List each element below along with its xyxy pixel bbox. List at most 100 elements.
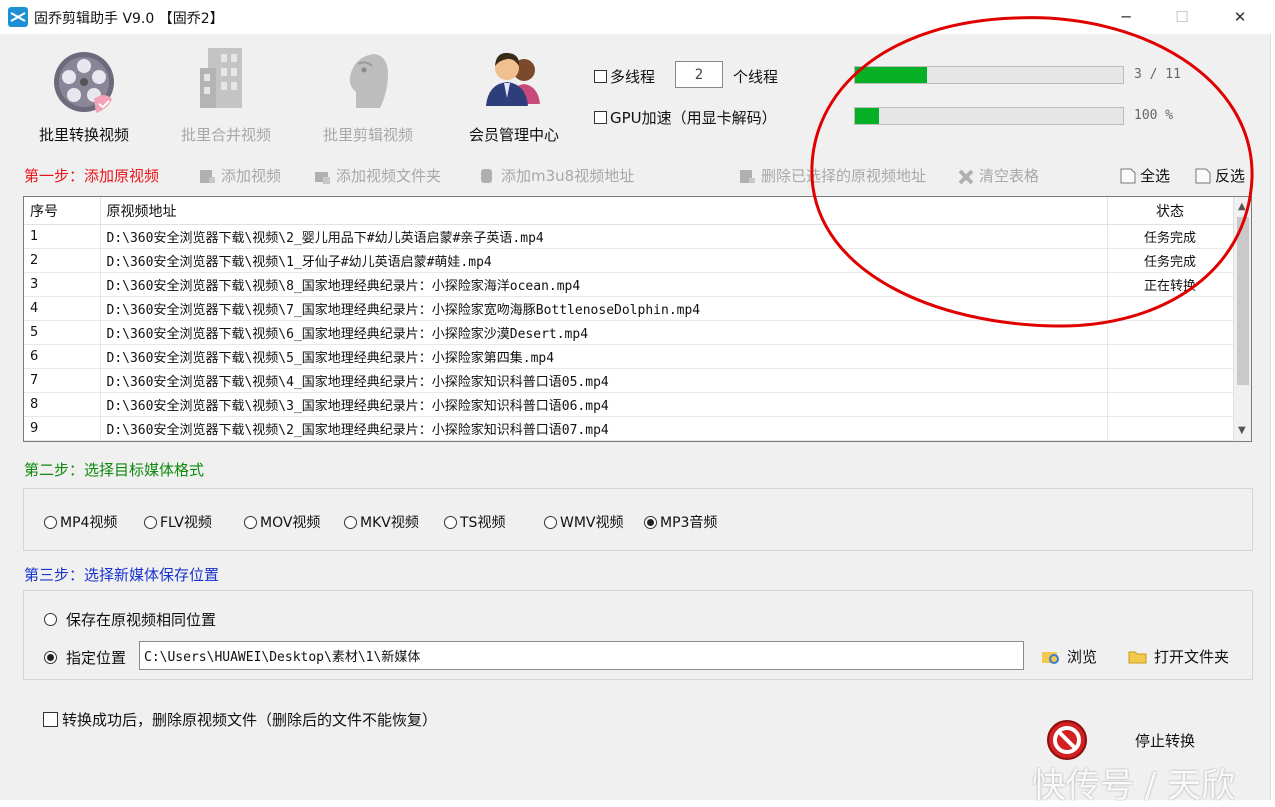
clear-table-button[interactable]: 清空表格 (957, 165, 1039, 186)
table-row[interactable]: 9 D:\360安全浏览器下载\视频\2_国家地理经典纪录片：小探险家知识科普口语… (24, 416, 1234, 441)
same-location-option[interactable]: 保存在原视频相同位置 (44, 609, 216, 630)
document-icon (1119, 168, 1137, 184)
save-path-input[interactable]: C:\Users\HUAWEI\Desktop\素材\1\新媒体 (139, 641, 1024, 670)
row-index: 1 (24, 224, 101, 249)
open-folder-button[interactable]: 打开文件夹 (1128, 646, 1229, 667)
format-radio[interactable] (544, 515, 557, 529)
row-status (1107, 320, 1234, 345)
format-radio[interactable] (44, 515, 57, 529)
stop-conversion-button[interactable]: 停止转换 (1135, 730, 1195, 751)
format-option[interactable]: WMV视频 (544, 512, 624, 532)
row-path: D:\360安全浏览器下载\视频\1_牙仙子#幼儿英语启蒙#萌娃.mp4 (100, 248, 1108, 273)
batch-merge-label: 批里合并视频 (180, 126, 271, 144)
custom-location-radio[interactable] (44, 651, 57, 664)
row-index: 8 (24, 392, 101, 417)
batch-edit-label: 批里剪辑视频 (322, 126, 413, 144)
table-row[interactable]: 7 D:\360安全浏览器下载\视频\4_国家地理经典纪录片：小探险家知识科普口语… (24, 368, 1234, 393)
table-row[interactable]: 1 D:\360安全浏览器下载\视频\2_婴儿用品下#幼儿英语启蒙#亲子英语.mp… (24, 224, 1234, 249)
row-path: D:\360安全浏览器下载\视频\2_婴儿用品下#幼儿英语启蒙#亲子英语.mp4 (100, 224, 1108, 249)
multithread-checkbox[interactable] (594, 70, 607, 83)
row-index: 2 (24, 248, 101, 273)
film-add-icon (199, 168, 215, 184)
video-table[interactable]: 序号 原视频地址 状态 1 D:\360安全浏览器下载\视频\2_婴儿用品下#幼儿… (23, 196, 1252, 442)
gpu-checkbox[interactable] (594, 111, 607, 124)
add-m3u8-button[interactable]: 添加m3u8视频地址 (479, 165, 634, 186)
row-path: D:\360安全浏览器下载\视频\5_国家地理经典纪录片：小探险家第四集.mp4 (100, 344, 1108, 369)
add-folder-label: 添加视频文件夹 (336, 167, 442, 185)
format-radio[interactable] (244, 515, 257, 529)
browse-button[interactable]: 浏览 (1041, 646, 1097, 667)
custom-location-option[interactable]: 指定位置 (44, 647, 126, 668)
folder-search-icon (1041, 648, 1061, 666)
scroll-up-icon[interactable]: ▲ (1238, 201, 1246, 212)
overall-progress-fill (855, 67, 928, 83)
same-location-radio[interactable] (44, 613, 57, 626)
batch-edit-button[interactable]: 批里剪辑视频 (322, 44, 414, 145)
thread-unit-label: 个线程 (733, 68, 779, 86)
scroll-down-icon[interactable]: ▼ (1238, 425, 1246, 436)
table-row[interactable]: 4 D:\360安全浏览器下载\视频\7_国家地理经典纪录片：小探险家宽吻海豚Bo… (24, 296, 1234, 321)
batch-merge-button[interactable]: 批里合并视频 (180, 44, 272, 145)
scrollbar-thumb[interactable] (1237, 217, 1249, 385)
gpu-label: GPU加速（用显卡解码） (610, 109, 777, 127)
delete-after-label: 转换成功后，删除原视频文件（删除后的文件不能恢复） (62, 711, 438, 729)
format-label: WMV视频 (560, 515, 624, 531)
row-status: 任务完成 (1107, 248, 1234, 273)
select-all-button[interactable]: 全选 (1119, 165, 1170, 186)
table-row[interactable]: 3 D:\360安全浏览器下载\视频\8_国家地理经典纪录片：小探险家海洋ocea… (24, 272, 1234, 297)
column-header-status[interactable]: 状态 (1107, 197, 1234, 225)
row-status (1107, 392, 1234, 417)
format-option[interactable]: MOV视频 (244, 512, 320, 532)
table-row[interactable]: 8 D:\360安全浏览器下载\视频\3_国家地理经典纪录片：小探险家知识科普口语… (24, 392, 1234, 417)
format-radio[interactable] (344, 515, 357, 529)
format-option[interactable]: MP4视频 (44, 512, 117, 532)
stop-icon[interactable] (1046, 719, 1088, 761)
table-header-row: 序号 原视频地址 状态 (24, 197, 1234, 225)
column-header-path[interactable]: 原视频地址 (100, 197, 1108, 225)
column-header-index[interactable]: 序号 (24, 197, 101, 225)
watermark-text: 快传号 / 天欣 (1032, 766, 1236, 806)
format-label: MP4视频 (60, 515, 118, 531)
step1-label: 第一步：添加原视频 (24, 167, 160, 185)
invert-selection-button[interactable]: 反选 (1194, 165, 1245, 186)
minimize-button[interactable]: ─ (1103, 0, 1149, 34)
table-row[interactable]: 6 D:\360安全浏览器下载\视频\5_国家地理经典纪录片：小探险家第四集.mp… (24, 344, 1234, 369)
format-radio[interactable] (144, 515, 157, 529)
row-status: 正在转换 (1107, 272, 1234, 297)
member-center-button[interactable]: 会员管理中心 (466, 44, 562, 145)
delete-after-checkbox[interactable] (43, 712, 58, 727)
format-option[interactable]: FLV视频 (144, 512, 212, 532)
format-label: MKV视频 (360, 515, 419, 531)
film-reel-icon (44, 44, 124, 124)
multithread-option[interactable]: 多线程 (594, 66, 655, 87)
thread-count-input[interactable]: 2 (675, 61, 723, 88)
same-location-label: 保存在原视频相同位置 (66, 611, 217, 629)
batch-convert-button[interactable]: 批里转换视频 (38, 44, 130, 145)
building-icon (186, 44, 266, 124)
format-option[interactable]: TS视频 (444, 512, 505, 532)
format-radio[interactable] (644, 515, 657, 529)
gpu-option[interactable]: GPU加速（用显卡解码） (594, 107, 777, 128)
format-option[interactable]: MKV视频 (344, 512, 419, 532)
format-label: FLV视频 (160, 515, 212, 531)
app-icon (8, 7, 28, 27)
title-bar[interactable]: 固乔剪辑助手 V9.0 【固乔2】 ─ ☐ ✕ (0, 0, 1275, 34)
row-status (1107, 416, 1234, 441)
chess-knight-icon (328, 44, 408, 124)
delete-selected-button[interactable]: 删除已选择的原视频地址 (739, 165, 926, 186)
delete-after-option[interactable]: 转换成功后，删除原视频文件（删除后的文件不能恢复） (43, 709, 437, 730)
row-path: D:\360安全浏览器下载\视频\8_国家地理经典纪录片：小探险家海洋ocean… (100, 272, 1108, 297)
row-index: 7 (24, 368, 101, 393)
close-button[interactable]: ✕ (1217, 0, 1263, 34)
table-row[interactable]: 2 D:\360安全浏览器下载\视频\1_牙仙子#幼儿英语启蒙#萌娃.mp4 任务完… (24, 248, 1234, 273)
table-row[interactable]: 5 D:\360安全浏览器下载\视频\6_国家地理经典纪录片：小探险家沙漠Dese… (24, 320, 1234, 345)
row-path: D:\360安全浏览器下载\视频\7_国家地理经典纪录片：小探险家宽吻海豚Bot… (100, 296, 1108, 321)
format-option[interactable]: MP3音频 (644, 512, 717, 532)
table-scrollbar[interactable]: ▲ ▼ (1233, 197, 1251, 441)
add-video-button[interactable]: 添加视频 (199, 165, 281, 186)
maximize-button[interactable]: ☐ (1159, 0, 1205, 34)
window-title: 固乔剪辑助手 V9.0 【固乔2】 (34, 11, 224, 27)
row-index: 6 (24, 344, 101, 369)
add-folder-button[interactable]: 添加视频文件夹 (314, 165, 441, 186)
format-radio[interactable] (444, 515, 457, 529)
